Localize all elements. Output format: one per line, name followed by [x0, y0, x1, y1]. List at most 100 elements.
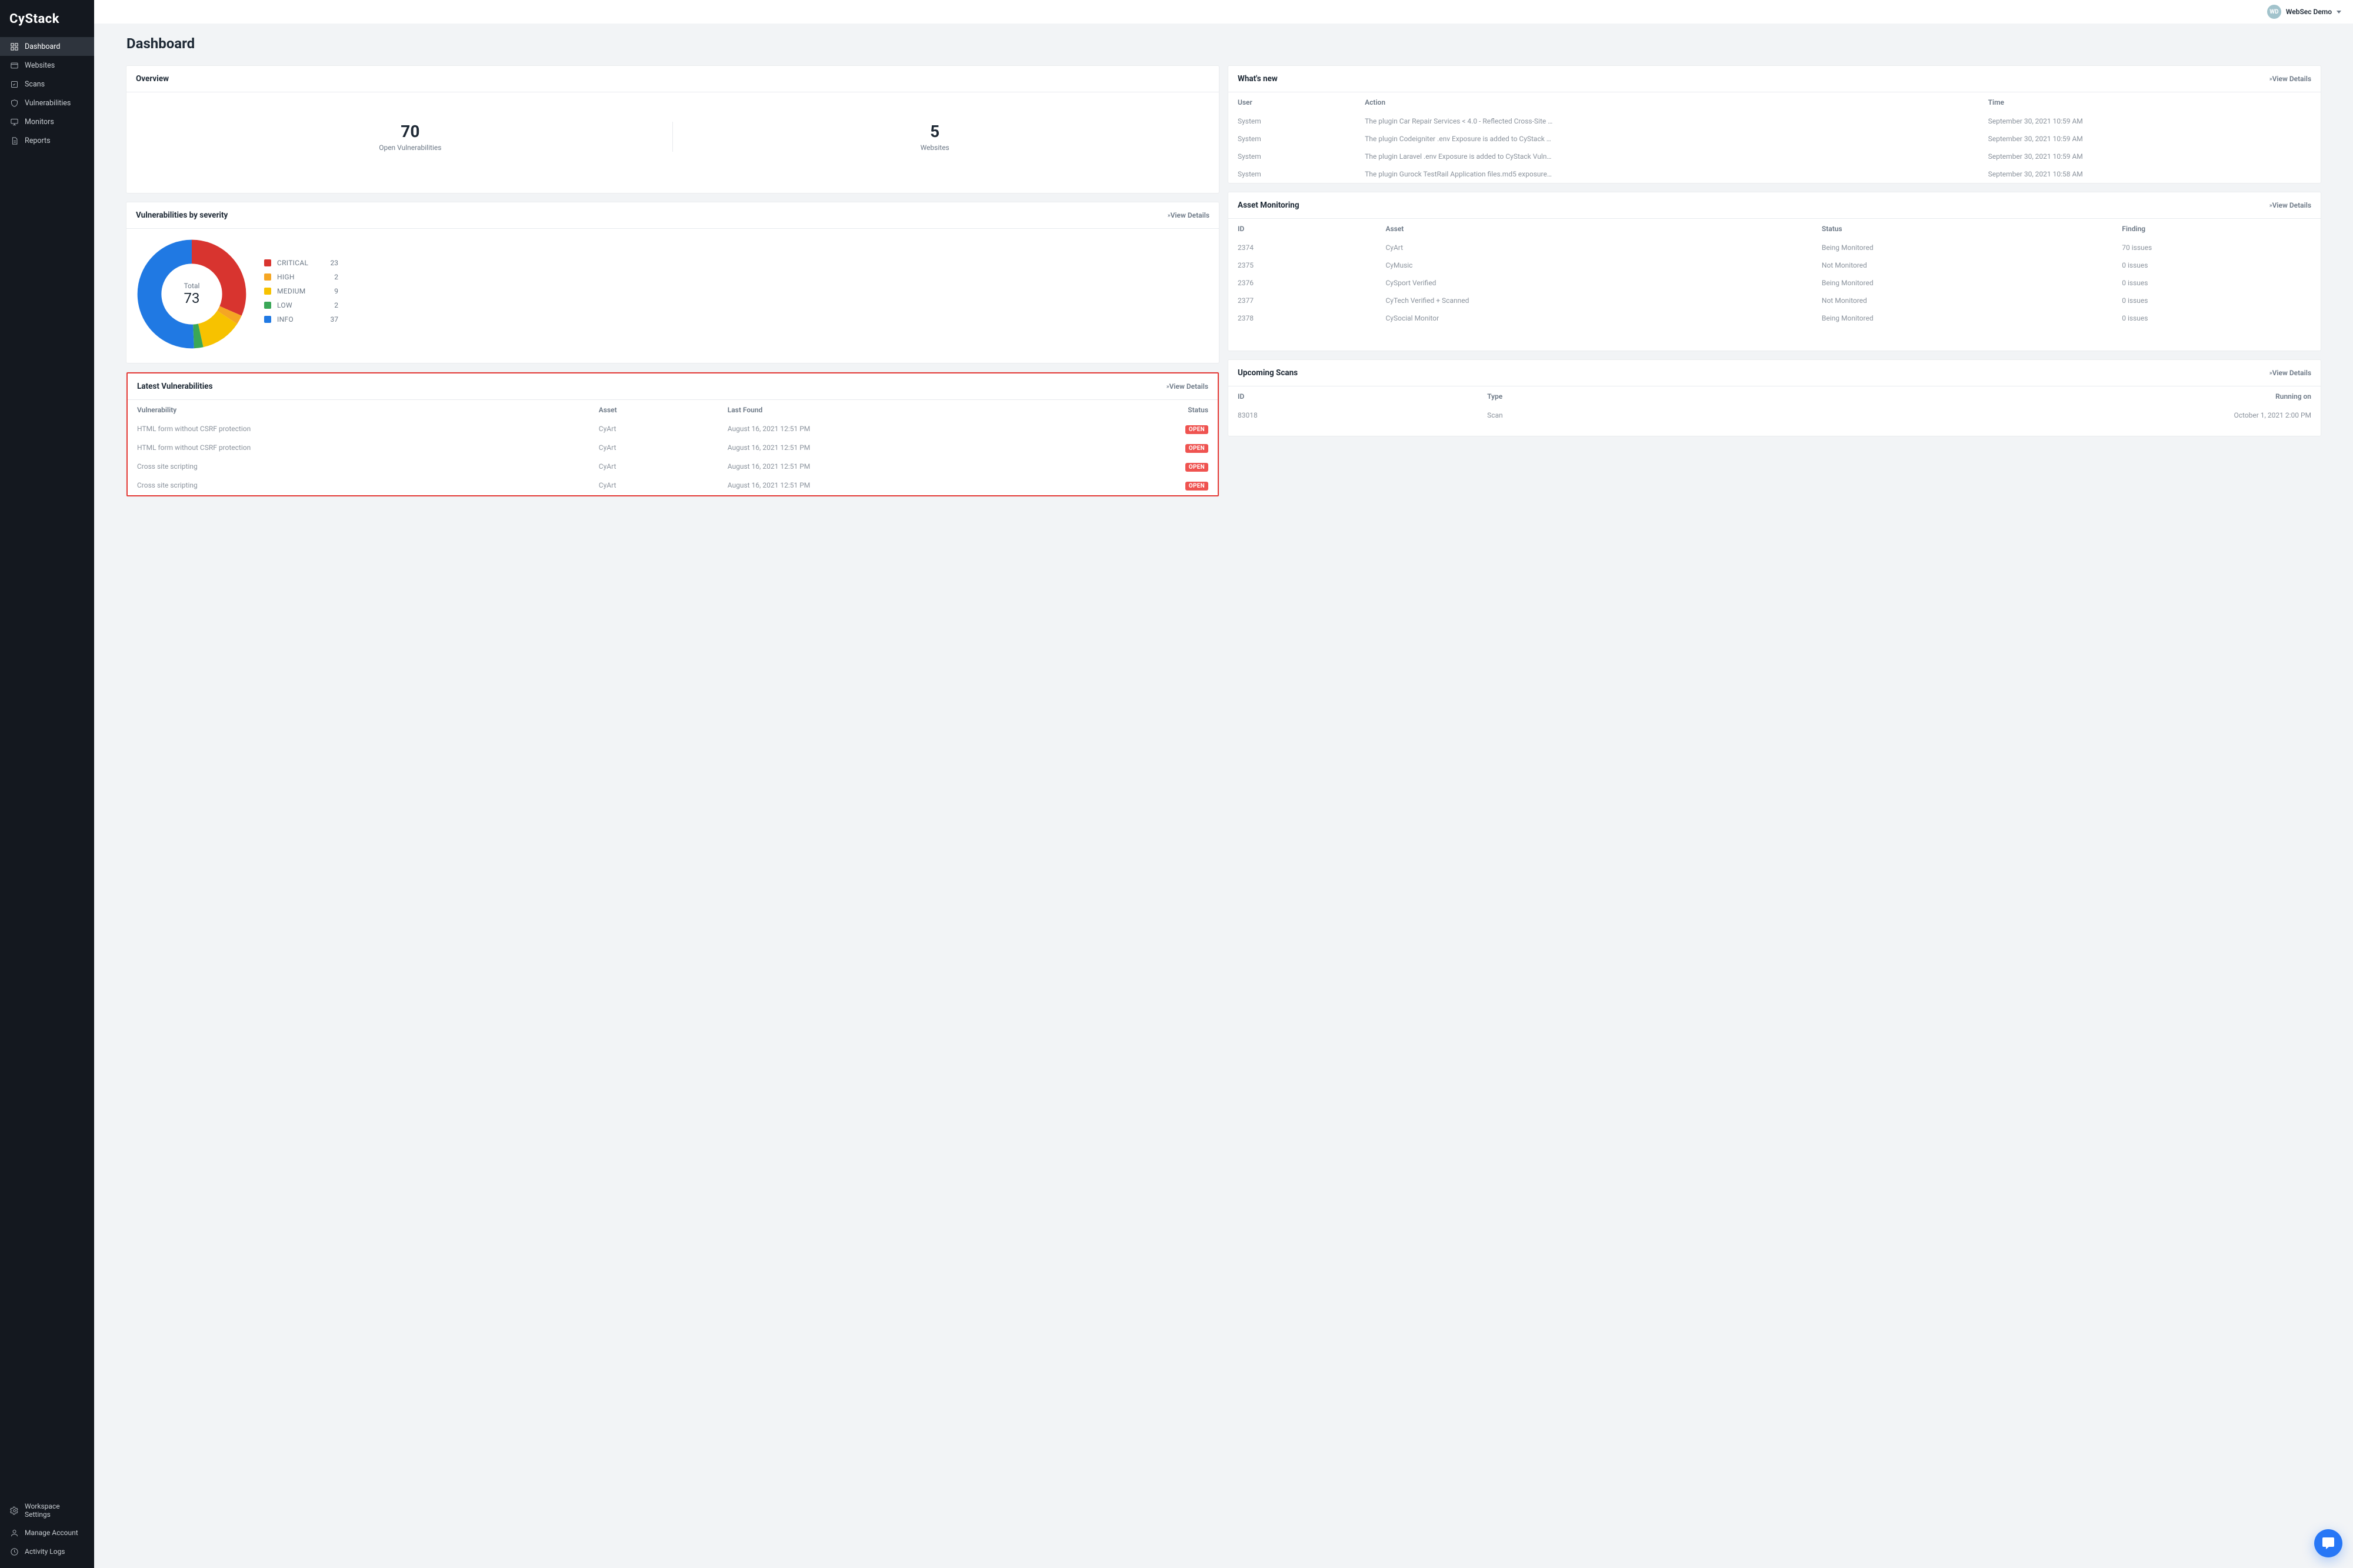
- cell-finding: 0 issues: [2112, 292, 2321, 309]
- monitor-icon: [9, 117, 19, 126]
- sidebar-item-websites[interactable]: Websites: [0, 56, 94, 75]
- table-row[interactable]: 83018ScanOctober 1, 2021 2:00 PM: [1228, 406, 2321, 424]
- status-badge: OPEN: [1185, 463, 1208, 472]
- cell-vulnerability: Cross site scripting: [128, 476, 589, 495]
- severity-card: Vulnerabilities by severity » View Detai…: [126, 202, 1219, 363]
- table-row[interactable]: 2375CyMusicNot Monitored0 issues: [1228, 256, 2321, 274]
- table-row[interactable]: 2376CySport VerifiedBeing Monitored0 iss…: [1228, 274, 2321, 292]
- nav-bottom: Workspace Settings Manage Account Activi…: [0, 1497, 94, 1568]
- table-row[interactable]: 2374CyArtBeing Monitored70 issues: [1228, 239, 2321, 256]
- legend-value: 2: [324, 273, 338, 281]
- gear-icon: [9, 1506, 19, 1515]
- legend-swatch: [264, 316, 271, 323]
- sidebar-item-dashboard[interactable]: Dashboard: [0, 37, 94, 56]
- sidebar-item-vulnerabilities[interactable]: Vulnerabilities: [0, 94, 94, 112]
- cell-asset: CyArt: [589, 476, 718, 495]
- status-badge: OPEN: [1185, 482, 1208, 491]
- legend-swatch: [264, 273, 271, 281]
- nav-label: Dashboard: [25, 42, 60, 51]
- legend-label: HIGH: [277, 273, 318, 281]
- legend-label: INFO: [277, 315, 318, 323]
- table-row[interactable]: SystemThe plugin Codeigniter .env Exposu…: [1228, 130, 2321, 148]
- view-details-link[interactable]: » View Details: [1166, 382, 1208, 391]
- view-details-link[interactable]: » View Details: [2269, 201, 2311, 209]
- sidebar-item-scans[interactable]: Scans: [0, 75, 94, 94]
- whats-new-table: User Action Time SystemThe plugin Car Re…: [1228, 92, 2321, 183]
- cell-last-found: August 16, 2021 12:51 PM: [718, 420, 1072, 439]
- sidebar-item-monitors[interactable]: Monitors: [0, 112, 94, 131]
- sidebar: CyStack Dashboard Websites Scans Vulnera…: [0, 0, 94, 1568]
- upcoming-scans-title: Upcoming Scans: [1238, 368, 1298, 378]
- table-row[interactable]: SystemThe plugin Gurock TestRail Applica…: [1228, 165, 2321, 183]
- legend-value: 37: [324, 315, 338, 323]
- sidebar-item-manage-account[interactable]: Manage Account: [0, 1523, 94, 1542]
- overview-title: Overview: [136, 74, 169, 84]
- cell-asset: CyArt: [1376, 239, 1812, 256]
- column-header: User: [1228, 92, 1355, 112]
- table-row[interactable]: HTML form without CSRF protectionCyArtAu…: [128, 420, 1218, 439]
- column-header: Asset: [1376, 219, 1812, 239]
- overview-card: Overview 70 Open Vulnerabilities 5 Websi…: [126, 66, 1219, 193]
- metric-value: 5: [673, 122, 1197, 141]
- sidebar-item-workspace-settings[interactable]: Workspace Settings: [0, 1497, 94, 1523]
- table-row[interactable]: SystemThe plugin Car Repair Services < 4…: [1228, 112, 2321, 130]
- metric-label: Websites: [673, 144, 1197, 152]
- view-details-link[interactable]: » View Details: [2269, 369, 2311, 377]
- sidebar-item-reports[interactable]: Reports: [0, 131, 94, 150]
- latest-vulns-title: Latest Vulnerabilities: [137, 382, 213, 391]
- status-badge: OPEN: [1185, 425, 1208, 434]
- scan-icon: [9, 79, 19, 89]
- table-row[interactable]: SystemThe plugin Laravel .env Exposure i…: [1228, 148, 2321, 165]
- cell-status: Being Monitored: [1812, 239, 2112, 256]
- cell-asset: CyArt: [589, 439, 718, 458]
- column-header: ID: [1228, 219, 1376, 239]
- table-row[interactable]: 2378CySocial MonitorBeing Monitored0 iss…: [1228, 309, 2321, 327]
- legend-label: CRITICAL: [277, 259, 318, 267]
- cell-asset: CyArt: [589, 420, 718, 439]
- chevron-double-icon: »: [2269, 76, 2271, 82]
- nav-label: Monitors: [25, 118, 54, 126]
- cell-last-found: August 16, 2021 12:51 PM: [718, 458, 1072, 476]
- table-row[interactable]: HTML form without CSRF protectionCyArtAu…: [128, 439, 1218, 458]
- sidebar-item-activity-logs[interactable]: Activity Logs: [0, 1542, 94, 1561]
- nav-label: Activity Logs: [25, 1547, 65, 1556]
- help-chat-button[interactable]: [2314, 1529, 2342, 1557]
- legend-row: CRITICAL23: [264, 259, 338, 267]
- cell-id: 83018: [1228, 406, 1478, 424]
- cell-asset: CySport Verified: [1376, 274, 1812, 292]
- column-header: Asset: [589, 400, 718, 420]
- asset-monitoring-card: Asset Monitoring » View Details ID Asset…: [1228, 192, 2321, 351]
- legend-value: 2: [324, 301, 338, 309]
- table-row[interactable]: 2377CyTech Verified + ScannedNot Monitor…: [1228, 292, 2321, 309]
- legend-row: HIGH 2: [264, 273, 338, 281]
- chevron-down-icon: [2337, 11, 2341, 14]
- cell-id: 2374: [1228, 239, 1376, 256]
- topbar: WD WebSec Demo: [94, 0, 2353, 24]
- view-details-link[interactable]: » View Details: [2269, 75, 2311, 83]
- cell-type: Scan: [1478, 406, 1700, 424]
- user-menu[interactable]: WD WebSec Demo: [2267, 5, 2341, 19]
- severity-title: Vulnerabilities by severity: [136, 211, 228, 220]
- severity-legend: CRITICAL23HIGH2MEDIUM9LOW2INFO37: [264, 259, 338, 329]
- table-row[interactable]: Cross site scriptingCyArtAugust 16, 2021…: [128, 476, 1218, 495]
- cell-status: Being Monitored: [1812, 274, 2112, 292]
- view-details-label: View Details: [2272, 201, 2311, 209]
- legend-row: INFO 37: [264, 315, 338, 323]
- clock-icon: [9, 1547, 19, 1556]
- cell-status: Not Monitored: [1812, 256, 2112, 274]
- legend-label: LOW: [277, 301, 318, 309]
- nav-main: Dashboard Websites Scans Vulnerabilities…: [0, 37, 94, 1497]
- column-header: Action: [1355, 92, 1979, 112]
- nav-label: Workspace Settings: [25, 1502, 85, 1519]
- cell-action: The plugin Car Repair Services < 4.0 - R…: [1355, 112, 1979, 130]
- metric-label: Open Vulnerabilities: [148, 144, 672, 152]
- browser-icon: [9, 61, 19, 70]
- table-row[interactable]: Cross site scriptingCyArtAugust 16, 2021…: [128, 458, 1218, 476]
- cell-id: 2375: [1228, 256, 1376, 274]
- cell-status: OPEN: [1072, 420, 1218, 439]
- view-details-link[interactable]: » View Details: [1168, 211, 1209, 219]
- chat-icon: [2321, 1536, 2335, 1550]
- dashboard-icon: [9, 42, 19, 51]
- donut-total-label: Total: [184, 282, 200, 290]
- whats-new-title: What's new: [1238, 74, 1278, 84]
